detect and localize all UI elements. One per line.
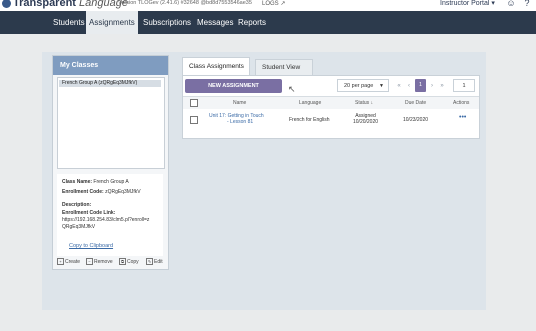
logo-text: Transparent bbox=[13, 0, 76, 9]
user-icon[interactable]: ☺ bbox=[506, 0, 516, 8]
top-header: Transparent Language Version TLOGev (2.4… bbox=[0, 0, 536, 11]
remove-label: Remove bbox=[94, 259, 113, 265]
assignment-tabs: Class Assignments Student View bbox=[182, 57, 478, 75]
enrollment-link-line1: https://192.168.254.83/clm5.pl?enroll=z bbox=[62, 217, 150, 223]
app-logo[interactable]: Transparent Language bbox=[2, 0, 128, 9]
minus-icon: − bbox=[86, 258, 93, 266]
column-header-name[interactable]: Name bbox=[233, 97, 246, 109]
logs-label: LOGS bbox=[262, 1, 279, 7]
column-header-language[interactable]: Language bbox=[299, 97, 321, 109]
class-list[interactable]: French Group A (zQRgEq3MJfkV) bbox=[57, 77, 165, 169]
sort-arrow-icon: ↓ bbox=[370, 100, 374, 106]
class-actions: + Create − Remove ⧉ Copy ✎ Edit bbox=[57, 258, 165, 266]
first-page-button[interactable]: « bbox=[395, 80, 403, 92]
class-info: Class Name: French Group A Enrollment Co… bbox=[57, 174, 163, 256]
copy-class-button[interactable]: ⧉ Copy bbox=[119, 258, 139, 266]
remove-class-button[interactable]: − Remove bbox=[86, 258, 113, 266]
copy-label: Copy bbox=[127, 259, 139, 265]
assignment-status: Assigned 10/20/2020 bbox=[353, 113, 378, 125]
help-icon[interactable]: ? bbox=[522, 0, 532, 8]
status-header-label: Status bbox=[355, 100, 370, 106]
class-name-value: French Group A bbox=[93, 179, 129, 185]
mouse-cursor-icon: ↖ bbox=[288, 84, 296, 94]
my-classes-title: My Classes bbox=[53, 56, 168, 75]
assignment-name-line2: - Lesson 81 bbox=[227, 119, 254, 125]
assignment-language: French for English bbox=[289, 117, 330, 123]
class-list-item[interactable]: French Group A (zQRgEq3MJfkV) bbox=[59, 80, 161, 87]
assignments-panel: NEW ASSIGNMENT ↖ 20 per page ▼ « ‹ 1 › » … bbox=[182, 75, 480, 139]
edit-label: Edit bbox=[154, 259, 163, 265]
table-row: Unit 17: Getting in Touch - Lesson 81 Fr… bbox=[183, 109, 479, 131]
version-text: Version TLOGev (2.41.6) #32648 @bd8d7553… bbox=[118, 0, 252, 6]
logs-link[interactable]: LOGS ↗ bbox=[262, 0, 285, 7]
edit-icon: ✎ bbox=[146, 258, 153, 266]
class-name-row: Class Name: French Group A bbox=[62, 179, 129, 185]
nav-item-reports[interactable]: Reports bbox=[235, 11, 269, 34]
main-nav: Students Assignments Subscriptions Messa… bbox=[0, 11, 536, 34]
logo-icon bbox=[2, 0, 11, 8]
enrollment-code-row: Enrollment Code: zQRgEq3MJfkV bbox=[62, 189, 141, 195]
my-classes-panel: My Classes French Group A (zQRgEq3MJfkV)… bbox=[52, 55, 169, 270]
column-header-actions: Actions bbox=[453, 100, 470, 106]
nav-item-messages[interactable]: Messages bbox=[194, 11, 236, 34]
enrollment-code-value: zQRgEq3MJfkV bbox=[105, 189, 141, 195]
prev-page-button[interactable]: ‹ bbox=[405, 80, 413, 92]
external-link-icon: ↗ bbox=[280, 1, 286, 7]
portal-menu[interactable]: Instructor Portal ▾ bbox=[440, 0, 495, 7]
row-actions-menu[interactable]: ••• bbox=[459, 114, 466, 121]
chevron-down-icon: ▾ bbox=[491, 0, 495, 7]
nav-item-assignments[interactable]: Assignments bbox=[86, 11, 138, 34]
last-page-button[interactable]: » bbox=[438, 80, 446, 92]
description-label: Description: bbox=[62, 202, 92, 208]
assignment-name-link[interactable]: Unit 17: Getting in Touch - Lesson 81 bbox=[209, 113, 264, 125]
assignment-due-date: 10/23/2020 bbox=[403, 117, 429, 123]
table-header: Name Language Status ↓ Due Date Actions bbox=[183, 96, 479, 110]
new-assignment-button[interactable]: NEW ASSIGNMENT bbox=[185, 79, 282, 93]
next-page-button[interactable]: › bbox=[428, 80, 436, 92]
class-name-label: Class Name: bbox=[62, 179, 93, 185]
per-page-select[interactable]: 20 per page ▼ bbox=[337, 79, 389, 92]
create-class-button[interactable]: + Create bbox=[57, 258, 80, 266]
status-line2: 10/20/2020 bbox=[353, 119, 379, 125]
page-number-input[interactable]: 1 bbox=[453, 79, 475, 92]
column-header-due-date[interactable]: Due Date bbox=[405, 97, 426, 109]
nav-item-subscriptions[interactable]: Subscriptions bbox=[140, 11, 194, 34]
caret-down-icon: ▼ bbox=[379, 83, 384, 89]
tab-class-assignments[interactable]: Class Assignments bbox=[182, 57, 250, 75]
plus-icon: + bbox=[57, 258, 64, 266]
enrollment-link-label: Enrollment Code Link: bbox=[62, 210, 116, 216]
nav-item-students[interactable]: Students bbox=[50, 11, 88, 34]
create-label: Create bbox=[65, 259, 81, 265]
tab-student-view[interactable]: Student View bbox=[255, 59, 313, 75]
edit-class-button[interactable]: ✎ Edit bbox=[146, 258, 163, 266]
copy-to-clipboard-link[interactable]: Copy to Clipboard bbox=[69, 243, 113, 249]
enrollment-code-label: Enrollment Code: bbox=[62, 189, 104, 195]
copy-icon: ⧉ bbox=[119, 258, 126, 266]
portal-label: Instructor Portal bbox=[440, 0, 490, 7]
per-page-value: 20 per page bbox=[344, 83, 374, 89]
select-all-checkbox[interactable] bbox=[190, 99, 198, 107]
column-header-status[interactable]: Status ↓ bbox=[355, 97, 373, 109]
enrollment-link-line2: QRgEq3MJfkV bbox=[62, 224, 96, 230]
row-checkbox[interactable] bbox=[190, 116, 198, 124]
current-page-button[interactable]: 1 bbox=[415, 79, 426, 92]
